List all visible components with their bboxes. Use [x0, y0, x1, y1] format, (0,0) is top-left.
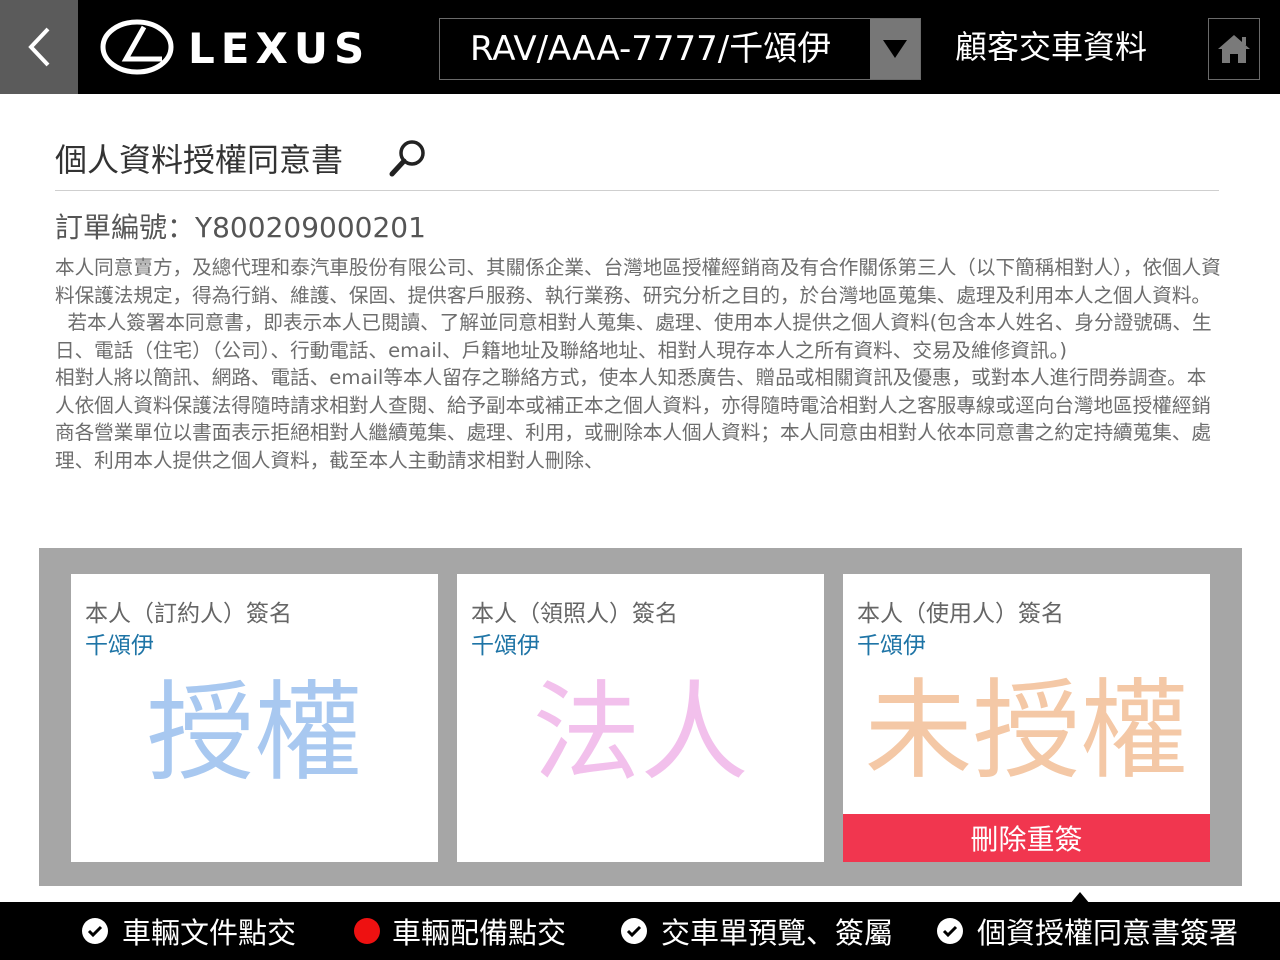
check-icon	[82, 918, 108, 944]
header-title: 顧客交車資料	[955, 28, 1148, 66]
signature-label: 本人（使用人）簽名	[857, 601, 1064, 627]
step-delivery-preview[interactable]: 交車單預覽、簽屬	[621, 902, 893, 960]
order-number-line: 訂單編號：Y800209000201	[55, 208, 426, 248]
signature-card-user[interactable]: 本人（使用人）簽名 千頌伊 未授權 刪除重簽	[843, 574, 1210, 862]
signature-stamp: 授權	[146, 671, 363, 796]
signature-panel: 本人（訂約人）簽名 千頌伊 授權 本人（領照人）簽名 千頌伊 法人 本人（使用人…	[39, 548, 1242, 886]
top-header: LEXUS RAV/AAA-7777/千頌伊 顧客交車資料	[0, 0, 1280, 94]
home-icon	[1218, 35, 1250, 63]
signature-card-contractor[interactable]: 本人（訂約人）簽名 千頌伊 授權	[71, 574, 438, 862]
pending-dot-icon	[354, 918, 380, 944]
back-button[interactable]	[0, 0, 78, 94]
order-number: Y800209000201	[195, 211, 426, 244]
brand-wordmark: LEXUS	[188, 24, 370, 73]
signature-stamp: 未授權	[864, 669, 1189, 794]
signer-name: 千頌伊	[471, 633, 540, 659]
delete-resign-button[interactable]: 刪除重簽	[843, 814, 1210, 862]
check-icon	[621, 918, 647, 944]
title-divider	[55, 190, 1219, 191]
step-vehicle-documents[interactable]: 車輛文件點交	[82, 902, 296, 960]
signer-name: 千頌伊	[857, 633, 926, 659]
step-label: 交車單預覽、簽屬	[661, 916, 894, 950]
order-label: 訂單編號：	[55, 211, 196, 244]
consent-paragraph: 本人同意賣方，及總代理和泰汽車股份有限公司、其關係企業、台灣地區授權經銷商及有合…	[55, 256, 1221, 307]
consent-paragraph: 相對人將以簡訊、網路、電話、email等本人留存之聯絡方式，使本人知悉廣告、贈品…	[55, 366, 1212, 472]
step-label: 車輛文件點交	[122, 916, 297, 950]
signature-label: 本人（訂約人）簽名	[85, 601, 292, 627]
signature-stamp: 法人	[532, 671, 749, 796]
signer-name: 千頌伊	[85, 633, 154, 659]
page-title: 個人資料授權同意書	[55, 141, 344, 179]
lexus-logo: LEXUS	[100, 17, 410, 77]
dropdown-arrow-icon[interactable]	[870, 19, 920, 79]
chevron-left-icon	[28, 27, 50, 67]
vehicle-select[interactable]: RAV/AAA-7777/千頌伊	[439, 18, 921, 80]
vehicle-select-value: RAV/AAA-7777/千頌伊	[470, 29, 832, 69]
consent-text[interactable]: 本人同意賣方，及總代理和泰汽車股份有限公司、其關係企業、台灣地區授權經銷商及有合…	[55, 254, 1225, 530]
consent-paragraph: 若本人簽署本同意書，即表示本人已閱讀、了解並同意相對人蒐集、處理、使用本人提供之…	[55, 311, 1212, 362]
step-consent-sign[interactable]: 個資授權同意書簽署	[937, 902, 1238, 960]
signature-label: 本人（領照人）簽名	[471, 601, 678, 627]
step-vehicle-equipment[interactable]: 車輛配備點交	[354, 902, 566, 960]
check-icon	[937, 918, 963, 944]
step-label: 個資授權同意書簽署	[977, 916, 1239, 950]
home-button[interactable]	[1208, 18, 1260, 80]
search-icon[interactable]	[388, 138, 428, 180]
bottom-step-nav: 車輛文件點交 車輛配備點交 交車單預覽、簽屬 個資授權同意書簽署	[0, 892, 1280, 960]
signature-card-licensee[interactable]: 本人（領照人）簽名 千頌伊 法人	[457, 574, 824, 862]
step-label: 車輛配備點交	[392, 916, 567, 950]
